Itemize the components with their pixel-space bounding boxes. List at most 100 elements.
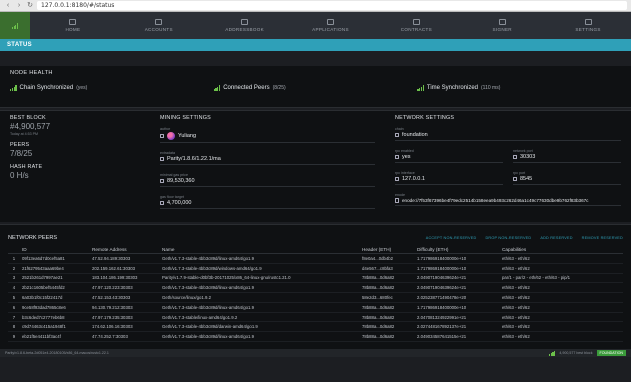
copy-icon[interactable]	[395, 198, 399, 203]
table-cell: 2.047081324922991e+21	[415, 312, 500, 323]
tab-applications[interactable]: APPLICATIONS	[288, 12, 374, 39]
table-row: 6 9ce58f93dad7865c8e6 94.130.79.212:30303 G…	[8, 302, 623, 313]
table-cell: 6a03b1f0c15f22417d	[20, 292, 90, 303]
table-cell: eth/63 - eth/62	[500, 282, 623, 294]
signal-bars-icon	[10, 85, 17, 91]
page-title: STATUS	[0, 39, 631, 51]
drop-non-reserved-button[interactable]: DROP NON-RESERVED	[485, 236, 531, 240]
author-field[interactable]: Yuliang	[160, 132, 375, 143]
table-cell: f8e0a4...0db4b2	[360, 253, 415, 264]
table-cell: eth/63 - eth/62	[500, 321, 623, 333]
table-cell: 202.159.162.61:30303	[90, 263, 160, 274]
row-index: 6	[8, 302, 20, 313]
signer-icon	[498, 19, 506, 25]
best-block-footer: 4,900,577 best block	[559, 351, 593, 355]
table-cell: 2521b261d7997ae21	[20, 273, 90, 284]
copy-icon[interactable]	[160, 156, 164, 162]
settings-icon	[584, 19, 592, 25]
node-health-panel: NODE HEALTH Chain Synchronized (yes) Con…	[0, 66, 631, 108]
avatar	[167, 132, 175, 140]
table-cell: 47.97.179.235:30303	[90, 312, 160, 323]
chain-badge: FOUNDATION	[596, 350, 626, 356]
copy-icon[interactable]	[395, 154, 399, 160]
health-chain: Chain Synchronized (yes)	[10, 85, 214, 91]
row-index: 8	[8, 321, 20, 333]
copy-icon[interactable]	[395, 176, 399, 182]
accept-non-reserved-button[interactable]: ACCEPT NON-RESERVED	[426, 236, 477, 240]
table-cell: 1.717986918400000e+10	[415, 253, 500, 264]
remove-reserved-button[interactable]: REMOVE RESERVED	[582, 236, 623, 240]
tab-home[interactable]: HOME	[30, 12, 116, 39]
rpc-interface-field[interactable]: 127.0.0.1	[395, 176, 503, 185]
version-text: Parity/v1.8.6-beta-2d051e4-20180105/x86_…	[5, 351, 109, 355]
table-cell: 78b88a...0d6a82	[360, 282, 415, 294]
chain-field[interactable]: foundation	[395, 132, 621, 141]
table-cell: Geth/v1.7.3-stable-4bb3c89d/darwin-amd64…	[160, 321, 360, 333]
tab-accounts[interactable]: ACCOUNTS	[116, 12, 202, 39]
copy-icon[interactable]	[160, 178, 164, 184]
table-row: 8 c9d74463c415a1948f1 174.62.106.16:30303 G…	[8, 321, 623, 333]
node-health-title: NODE HEALTH	[10, 70, 53, 76]
table-cell: 47.97.120.223:30303	[90, 282, 160, 294]
table-row: 7 b3c6ded7c2777eb6b8 47.97.179.235:30303 Ge…	[8, 312, 623, 323]
table-cell: eth/63 - eth/62	[500, 253, 623, 264]
peers-value: 7/8/25	[10, 149, 33, 158]
signal-bars-icon	[417, 85, 424, 91]
table-row: 5 6a03b1f0c15f22417d 47.52.153.43:30303 Get…	[8, 292, 623, 303]
top-navigation: HOME ACCOUNTS ADDRESSBOOK APPLICATIONS C…	[0, 12, 631, 39]
peers-table: ID Remote Address Name Header (ETH) Diff…	[8, 245, 623, 343]
table-cell: 2.027448167892137e+21	[415, 321, 500, 333]
contracts-icon	[412, 19, 420, 25]
forward-icon[interactable]: ›	[15, 2, 23, 10]
table-cell: par/1 - par/2 - eth/62 - eth/63 - pip/1	[500, 273, 623, 284]
table-cell: 47.52.153.43:30303	[90, 292, 160, 303]
addressbook-icon	[241, 19, 249, 25]
table-cell: 78b88a...0d6a82	[360, 331, 415, 343]
reload-icon[interactable]: ↻	[26, 2, 34, 10]
copy-icon[interactable]	[513, 154, 517, 160]
rpc-port-field[interactable]: 8545	[513, 176, 621, 185]
table-cell: 9ce58f93dad7865c8e6	[20, 302, 90, 313]
url-field[interactable]: 127.0.0.1:8180/#/status	[37, 1, 627, 10]
tab-contracts[interactable]: CONTRACTS	[373, 12, 459, 39]
copy-icon[interactable]	[160, 200, 164, 206]
copy-icon[interactable]	[160, 133, 164, 139]
extradata-field[interactable]: Parity/1.8.6/1.22.1/ma	[160, 156, 375, 165]
table-row: 9 eb21f5e4411bf3ac4f 47.74.252.7:30303 Geth…	[8, 331, 623, 343]
network-port-field[interactable]: 30303	[513, 154, 621, 163]
copy-icon[interactable]	[395, 132, 399, 138]
enode-field[interactable]: enode://7f53f67396be4f79edc2514b158eea9b…	[395, 198, 621, 206]
table-cell: Geth/v1.7.3-stable-4bb3c89d/linux-amd64/…	[160, 282, 360, 294]
tab-signer[interactable]: SIGNER	[459, 12, 545, 39]
table-cell: 78b88a...0d6a82	[360, 302, 415, 313]
accounts-icon	[155, 19, 163, 25]
best-block-value: #4,900,577	[10, 122, 51, 131]
mining-settings: MINING SETTINGS author Yuliang extradata…	[150, 111, 385, 222]
table-cell: c9d74463c415a1948f1	[20, 321, 90, 333]
row-index: 9	[8, 331, 20, 343]
add-reserved-button[interactable]: ADD RESERVED	[540, 236, 572, 240]
back-icon[interactable]: ‹	[4, 2, 12, 10]
status-tab[interactable]	[0, 12, 30, 39]
table-cell: 78b88a...0d6a82	[360, 312, 415, 323]
row-index: 1	[8, 253, 20, 264]
table-cell: 2.049034587641515e+21	[415, 331, 500, 343]
network-peers-title: NETWORK PEERS	[8, 235, 58, 241]
table-cell: eth/63 - eth/62	[500, 331, 623, 343]
tab-settings[interactable]: SETTINGS	[545, 12, 631, 39]
table-cell: d4e567...c8bfa3	[360, 263, 415, 274]
copy-icon[interactable]	[513, 176, 517, 182]
table-cell: Parity/v1.7.9-stable-d0bf3b-20171025/x86…	[160, 273, 360, 284]
network-settings: NETWORK SETTINGS chain foundation rpc en…	[385, 111, 631, 222]
table-row: 4 2b21c1605bef5445fd2 47.97.120.223:30303 G…	[8, 282, 623, 294]
table-cell: 09f13ea6d7d0cef5a81	[20, 253, 90, 264]
network-peers-panel: NETWORK PEERS ACCEPT NON-RESERVED DROP N…	[0, 224, 631, 349]
table-cell: 78b88a...0d6a82	[360, 321, 415, 333]
applications-icon	[327, 19, 334, 25]
gas-price-field[interactable]: 89,530,360	[160, 178, 375, 187]
tab-addressbook[interactable]: ADDRESSBOOK	[202, 12, 288, 39]
gas-floor-field[interactable]: 4,700,000	[160, 200, 375, 209]
rpc-enabled-field[interactable]: yes	[395, 154, 503, 163]
table-cell: Geth/v1.7.3-stable-4bb3c89d/linux-amd64/…	[160, 331, 360, 343]
signal-bars-icon	[213, 85, 221, 91]
